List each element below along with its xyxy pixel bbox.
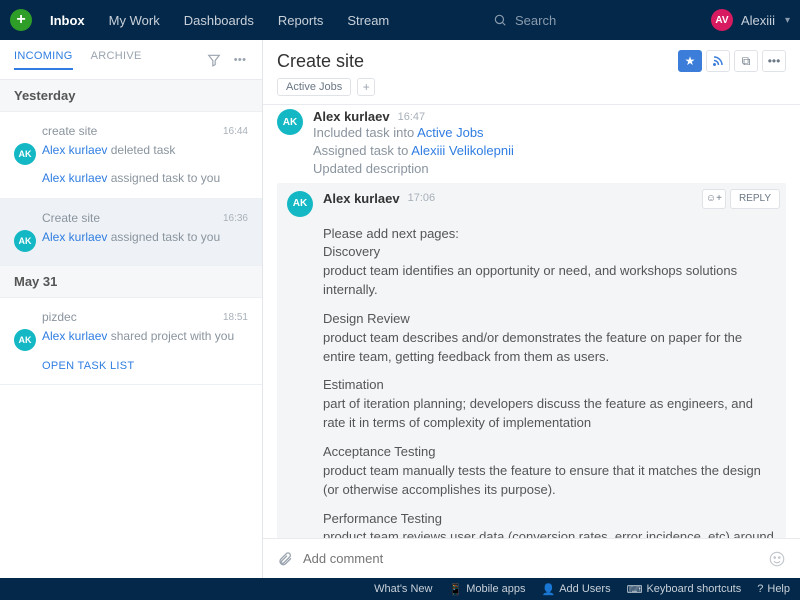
keyboard-icon: ⌨ [627,583,643,596]
search-field[interactable]: Search [493,13,693,28]
react-button[interactable]: ☺+ [702,189,726,209]
entry-author[interactable]: Alex kurlaev [313,109,390,124]
bb-addusers[interactable]: 👤Add Users [542,583,611,596]
comment-line: product team identifies an opportunity o… [323,262,774,300]
rss-button[interactable] [706,50,730,72]
avatar: AK [287,191,313,217]
inbox-item[interactable]: Create site 16:36 AK Alex kurlaev assign… [0,199,262,266]
nav-items: Inbox My Work Dashboards Reports Stream [50,13,389,28]
avatar: AK [277,109,303,135]
star-button[interactable]: ★ [678,50,702,72]
tab-archive[interactable]: ARCHIVE [91,50,142,70]
avatar: AK [14,230,36,252]
bb-mobile[interactable]: 📱Mobile apps [448,583,525,596]
inbox-item-time: 16:44 [223,126,248,137]
entry-time: 17:06 [408,192,436,204]
comment-line: Acceptance Testing [323,443,774,462]
inbox-item-title: Create site [42,211,100,225]
section-header: May 31 [0,266,262,298]
task-body: AK Alex kurlaev16:47 Included task into … [263,105,800,538]
inbox-user-link[interactable]: Alex kurlaev [42,171,107,185]
main: INCOMING ARCHIVE ••• Yesterday create si… [0,40,800,578]
inbox-panel: INCOMING ARCHIVE ••• Yesterday create si… [0,40,263,578]
bb-shortcuts[interactable]: ⌨Keyboard shortcuts [627,583,742,596]
activity-text: Included task into [313,125,417,140]
search-icon [493,13,507,27]
comment-line: part of iteration planning; developers d… [323,395,774,433]
inbox-item-time: 16:36 [223,213,248,224]
section-header: Yesterday [0,80,262,112]
emoji-icon[interactable] [768,550,786,568]
activity-text: Assigned task to [313,143,411,158]
inbox-item-title: create site [42,124,97,138]
nav-inbox[interactable]: Inbox [50,13,85,28]
inbox-tabs: INCOMING ARCHIVE ••• [0,40,262,80]
topbar: + Inbox My Work Dashboards Reports Strea… [0,0,800,40]
inbox-user-link[interactable]: Alex kurlaev [42,230,107,244]
inbox-item-time: 18:51 [223,312,248,323]
comment-line: Performance Testing [323,510,774,529]
search-placeholder: Search [515,13,556,28]
comment-input-row [263,538,800,578]
filter-icon[interactable] [206,52,222,68]
reply-button[interactable]: REPLY [730,189,780,209]
inbox-user-link[interactable]: Alex kurlaev [42,143,107,157]
comment-line: product team manually tests the feature … [323,462,774,500]
activity-link[interactable]: Alexiii Velikolepnii [411,143,514,158]
inbox-item[interactable]: create site 16:44 AK Alex kurlaev delete… [0,112,262,199]
avatar: AK [14,329,36,351]
comment-line: product team reviews user data (conversi… [323,528,774,538]
comment-line: Discovery [323,243,774,262]
inbox-user-link[interactable]: Alex kurlaev [42,329,107,343]
add-tag-button[interactable]: + [357,78,375,96]
activity-text: Updated description [313,161,429,176]
nav-mywork[interactable]: My Work [109,13,160,28]
comment-line: Design Review [323,310,774,329]
comment-line: product team describes and/or demonstrat… [323,329,774,367]
phone-icon: 📱 [448,583,462,596]
open-task-list-link[interactable]: OPEN TASK LIST [0,354,262,374]
nav-stream[interactable]: Stream [347,13,389,28]
attach-icon[interactable] [277,551,293,567]
add-button[interactable]: + [10,9,32,31]
comment-body: Please add next pages: Discovery product… [277,217,786,538]
task-title[interactable]: Create site [277,51,678,72]
add-user-icon: 👤 [542,583,556,596]
user-avatar: AV [711,9,733,31]
entry-author[interactable]: Alex kurlaev [323,191,400,206]
activity-link[interactable]: Active Jobs [417,125,483,140]
tag-active-jobs[interactable]: Active Jobs [277,78,351,96]
inbox-item-title: pizdec [42,310,77,324]
task-panel: Create site ★ ⧉ ••• Active Jobs + AK Ale… [263,40,800,578]
entry-time: 16:47 [398,111,426,123]
chevron-down-icon: ▾ [785,15,790,26]
comment-line: Please add next pages: [323,225,774,244]
comment-line: Estimation [323,376,774,395]
inbox-item[interactable]: pizdec 18:51 AK Alex kurlaev shared proj… [0,298,262,385]
activity-entry: AK Alex kurlaev16:47 Included task into … [277,109,786,179]
inbox-action: shared project with you [111,329,234,343]
inbox-action: deleted task [111,143,176,157]
nav-dashboards[interactable]: Dashboards [184,13,254,28]
more-icon[interactable]: ••• [232,52,248,68]
user-menu[interactable]: AV Alexiii ▾ [711,9,790,31]
user-name-label: Alexiii [741,13,775,28]
help-icon: ? [757,583,763,595]
inbox-action: assigned task to you [111,230,220,244]
tab-incoming[interactable]: INCOMING [14,50,73,70]
bb-help[interactable]: ?Help [757,583,790,595]
comment-entry: ☺+ REPLY AK Alex kurlaev 17:06 Please add… [277,183,786,538]
inbox-action: assigned task to you [111,171,220,185]
task-header: Create site ★ ⧉ ••• Active Jobs + [263,40,800,105]
bb-whatsnew[interactable]: What's New [374,583,432,595]
bottombar: What's New 📱Mobile apps 👤Add Users ⌨Keyb… [0,578,800,600]
comment-input[interactable] [303,551,758,566]
link-button[interactable]: ⧉ [734,50,758,72]
nav-reports[interactable]: Reports [278,13,324,28]
more-button[interactable]: ••• [762,50,786,72]
avatar: AK [14,143,36,165]
